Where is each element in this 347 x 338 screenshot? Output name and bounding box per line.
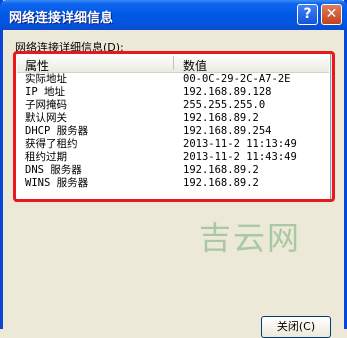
close-icon: ✕ (325, 6, 338, 22)
table-row[interactable]: IP 地址 192.168.89.128 (17, 86, 329, 99)
list-rows: 实际地址 00-0C-29-2C-A7-2E IP 地址 192.168.89.128… (17, 73, 329, 190)
value-cell: 192.168.89.128 (183, 86, 272, 98)
value-cell: 192.168.89.2 (183, 177, 259, 189)
value-cell: 192.168.89.2 (183, 164, 259, 176)
table-row[interactable]: DHCP 服务器 192.168.89.254 (17, 125, 329, 138)
column-header-property[interactable]: 属性 (25, 57, 49, 74)
table-row[interactable]: 实际地址 00-0C-29-2C-A7-2E (17, 73, 329, 86)
property-cell: DNS 服务器 (25, 164, 82, 176)
value-cell: 255.255.255.0 (183, 99, 266, 111)
list-header: 属性 数值 (17, 54, 329, 73)
value-cell: 192.168.89.2 (183, 112, 259, 124)
column-header-value[interactable]: 数值 (183, 57, 207, 74)
property-cell: 默认网关 (25, 112, 67, 124)
column-divider[interactable] (173, 56, 174, 70)
watermark-logo: 吉云网 (199, 219, 302, 257)
property-cell: 租约过期 (25, 151, 67, 163)
table-row[interactable]: DNS 服务器 192.168.89.2 (17, 164, 329, 177)
table-row[interactable]: WINS 服务器 192.168.89.2 (17, 177, 329, 190)
dialog-window: 网络连接详细信息 ? ✕ 网络连接详细信息(D): 属性 数值 实际地址 00-0… (0, 0, 347, 338)
property-cell: 获得了租约 (25, 138, 78, 150)
title-bar[interactable]: 网络连接详细信息 ? ✕ (0, 0, 347, 30)
value-cell: 2013-11-2 11:43:49 (183, 151, 297, 163)
property-cell: WINS 服务器 (25, 177, 89, 189)
value-cell: 192.168.89.254 (183, 125, 272, 137)
property-cell: DHCP 服务器 (25, 125, 89, 137)
help-button[interactable]: ? (297, 4, 318, 25)
property-cell: IP 地址 (25, 86, 65, 98)
help-icon: ? (303, 6, 312, 22)
close-button[interactable]: 关闭(C) (261, 316, 331, 338)
details-list[interactable]: 属性 数值 实际地址 00-0C-29-2C-A7-2E IP 地址 192.168.… (15, 52, 331, 202)
value-cell: 00-0C-29-2C-A7-2E (183, 73, 291, 85)
property-cell: 实际地址 (25, 73, 67, 85)
table-row[interactable]: 租约过期 2013-11-2 11:43:49 (17, 151, 329, 164)
close-window-button[interactable]: ✕ (321, 4, 342, 25)
table-row[interactable]: 默认网关 192.168.89.2 (17, 112, 329, 125)
property-cell: 子网掩码 (25, 99, 67, 111)
table-row[interactable]: 获得了租约 2013-11-2 11:13:49 (17, 138, 329, 151)
value-cell: 2013-11-2 11:13:49 (183, 138, 297, 150)
window-title: 网络连接详细信息 (9, 11, 114, 26)
table-row[interactable]: 子网掩码 255.255.255.0 (17, 99, 329, 112)
